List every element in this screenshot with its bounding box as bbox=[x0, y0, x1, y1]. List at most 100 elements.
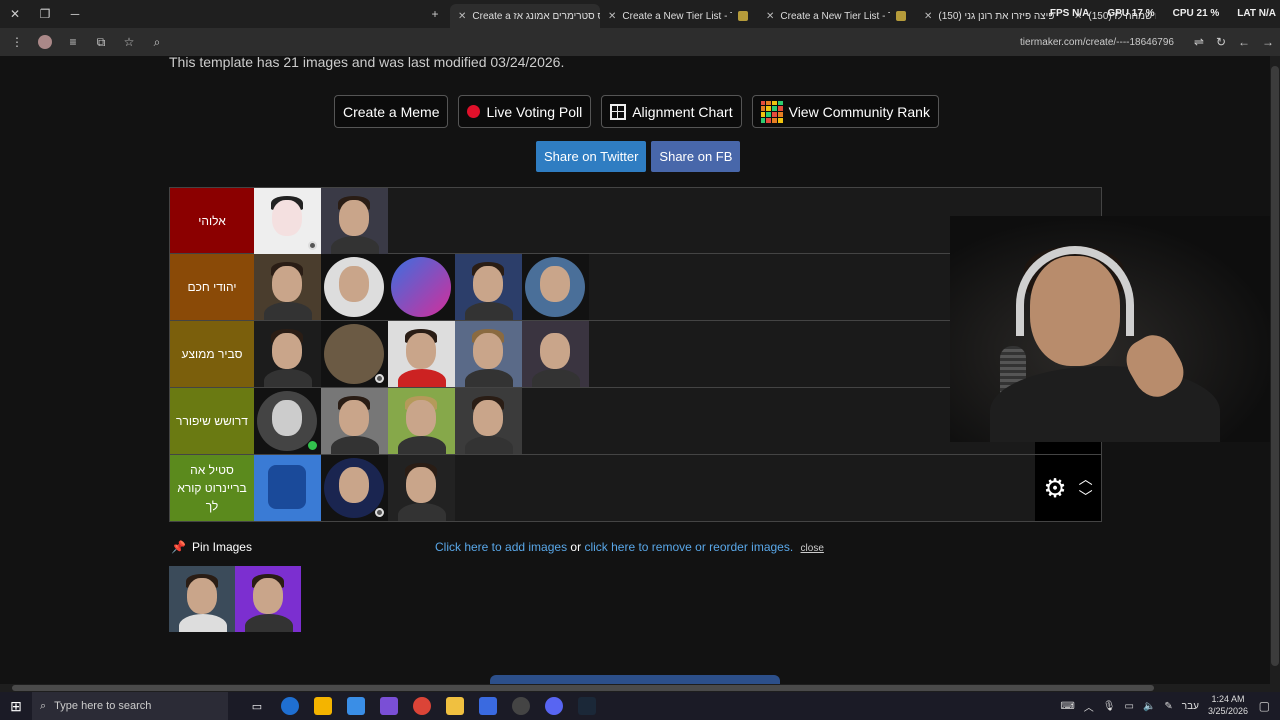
alignment-chart-button[interactable]: Alignment Chart bbox=[601, 95, 742, 128]
notifications-icon[interactable]: ▢ bbox=[1259, 699, 1270, 713]
network-icon[interactable]: ▭ bbox=[1125, 701, 1134, 712]
create-meme-button[interactable]: Create a Meme bbox=[334, 95, 449, 128]
profile-avatar[interactable] bbox=[34, 31, 56, 53]
steam-icon[interactable] bbox=[578, 697, 596, 715]
new-tab-icon[interactable]: + bbox=[420, 0, 450, 28]
tier-image[interactable] bbox=[254, 388, 321, 454]
edge-icon[interactable] bbox=[281, 697, 299, 715]
copilot-icon[interactable] bbox=[347, 697, 365, 715]
browser-tab[interactable]: ✕ Create a New Tier List - TierMaker bbox=[758, 4, 916, 28]
playlist-icon[interactable]: ≡ bbox=[62, 31, 84, 53]
browser-tab-bar: ✕ ❐ ─ + ✕ Create a אס סטרימרים אמונג אז … bbox=[0, 0, 1280, 28]
back-icon[interactable]: → bbox=[1262, 35, 1274, 49]
browser-tab[interactable]: ✕ (150) פיצה פיזרו את רונן גני bbox=[916, 4, 1066, 28]
system-tray: ⌨ ︿ 🎙 ▭ 🔈 ✎ עבר 1:24 AM 3/25/2026 bbox=[1060, 694, 1248, 717]
share-facebook-button[interactable]: Share on FB bbox=[651, 141, 741, 172]
button-label: Live Voting Poll bbox=[486, 103, 583, 120]
windows-start-icon[interactable]: ⊞ bbox=[0, 698, 32, 715]
close-tab-icon[interactable]: ✕ bbox=[608, 11, 616, 22]
minimize-window-icon[interactable]: ─ bbox=[60, 0, 90, 28]
restore-window-icon[interactable]: ❐ bbox=[30, 0, 60, 28]
horizontal-scrollbar[interactable] bbox=[0, 684, 1280, 692]
tier-image[interactable] bbox=[388, 388, 455, 454]
tier-label[interactable]: אלוהי bbox=[170, 188, 254, 253]
tier-image[interactable] bbox=[455, 321, 522, 387]
button-label: Alignment Chart bbox=[632, 103, 733, 120]
pen-icon[interactable]: ✎ bbox=[1164, 701, 1172, 712]
extensions-icon[interactable]: ⧉ bbox=[90, 31, 112, 53]
language-indicator[interactable]: עבר bbox=[1182, 701, 1199, 712]
browser-tab[interactable]: ✕ Create a אס סטרימרים אמונג אז bbox=[450, 4, 600, 28]
site-settings-icon[interactable]: ⇌ bbox=[1194, 35, 1204, 49]
tier-image[interactable] bbox=[455, 254, 522, 320]
tier-image[interactable] bbox=[321, 254, 388, 320]
search-icon: ⌕ bbox=[40, 699, 47, 712]
tier-image[interactable] bbox=[388, 455, 455, 521]
tier-image[interactable] bbox=[522, 254, 589, 320]
menu-icon[interactable]: ⋮ bbox=[6, 31, 28, 53]
status-dot bbox=[375, 374, 384, 383]
tier-label[interactable]: יהודי חכם bbox=[170, 254, 254, 320]
keyboard-icon[interactable]: ⌨ bbox=[1060, 701, 1074, 712]
volume-icon[interactable]: 🔈 bbox=[1143, 701, 1155, 712]
discord-icon[interactable] bbox=[545, 697, 563, 715]
tier-image[interactable] bbox=[321, 188, 388, 254]
windows-taskbar: ⊞ ⌕ Type here to search ▭ ⌨ ︿ 🎙 ▭ 🔈 ✎ עב… bbox=[0, 692, 1280, 720]
task-view-icon[interactable]: ▭ bbox=[248, 697, 266, 715]
tier-row[interactable]: סטיל אה בריינרוט קורא לך ⚙ ︿ ﹀ bbox=[169, 455, 1102, 522]
share-buttons: Share on Twitter Share on FB bbox=[536, 141, 741, 172]
taskbar-clock[interactable]: 1:24 AM 3/25/2026 bbox=[1208, 694, 1248, 717]
online-status-dot bbox=[308, 441, 317, 450]
file-explorer-icon[interactable] bbox=[446, 697, 464, 715]
close-tab-icon[interactable]: ✕ bbox=[924, 11, 932, 22]
tier-image[interactable] bbox=[321, 388, 388, 454]
show-hidden-icons-icon[interactable]: ︿ bbox=[1084, 699, 1094, 714]
tier-image[interactable] bbox=[321, 321, 388, 387]
pinned-image[interactable] bbox=[235, 566, 301, 632]
tier-settings-gear-icon[interactable]: ⚙ bbox=[1043, 473, 1066, 504]
url-field[interactable]: tiermaker.com/create/----18646796 bbox=[1020, 37, 1174, 48]
tab-title: Create a New Tier List - TierMaker bbox=[622, 10, 732, 22]
tier-image[interactable] bbox=[455, 388, 522, 454]
reload-icon[interactable]: ↻ bbox=[1216, 35, 1226, 49]
app-icon[interactable] bbox=[479, 697, 497, 715]
remove-reorder-images-link[interactable]: click here to remove or reorder images. bbox=[584, 540, 793, 554]
tier-label[interactable]: סטיל אה בריינרוט קורא לך bbox=[170, 455, 254, 521]
tier-label-text: סטיל אה בריינרוט קורא לך bbox=[177, 463, 247, 513]
tier-image[interactable] bbox=[254, 254, 321, 320]
tier-image[interactable] bbox=[388, 254, 455, 320]
add-images-link[interactable]: Click here to add images bbox=[435, 540, 567, 554]
move-tier-up-icon[interactable]: ︿ bbox=[1079, 472, 1093, 486]
obs-icon[interactable] bbox=[512, 697, 530, 715]
close-tab-icon[interactable]: ✕ bbox=[458, 11, 466, 22]
zoom-icon[interactable]: ⌕ bbox=[146, 31, 168, 53]
tier-label[interactable]: דרושש שיפורר bbox=[170, 388, 254, 454]
pin-images[interactable]: 📌 Pin Images bbox=[171, 540, 252, 554]
tier-image[interactable] bbox=[321, 455, 388, 521]
vertical-scrollbar[interactable] bbox=[1270, 56, 1280, 684]
chrome-icon[interactable] bbox=[413, 697, 431, 715]
view-community-rank-button[interactable]: View Community Rank bbox=[751, 95, 939, 128]
store-icon[interactable] bbox=[314, 697, 332, 715]
live-voting-poll-button[interactable]: Live Voting Poll bbox=[458, 95, 592, 128]
pinned-image[interactable] bbox=[169, 566, 235, 632]
button-label: Share on FB bbox=[659, 149, 733, 164]
share-twitter-button[interactable]: Share on Twitter bbox=[536, 141, 647, 172]
close-tab-icon[interactable]: ✕ bbox=[766, 11, 774, 22]
close-link[interactable]: close bbox=[801, 543, 824, 554]
tier-image[interactable] bbox=[388, 321, 455, 387]
app-icon[interactable] bbox=[380, 697, 398, 715]
tier-image[interactable] bbox=[254, 188, 321, 254]
move-tier-down-icon[interactable]: ﹀ bbox=[1079, 490, 1093, 504]
close-window-icon[interactable]: ✕ bbox=[0, 0, 30, 28]
bookmark-star-icon[interactable]: ☆ bbox=[118, 31, 140, 53]
performance-overlay: FPS N/A GPU 17 % CPU 21 % LAT N/A bbox=[1050, 8, 1276, 19]
microphone-icon[interactable]: 🎙 bbox=[1103, 701, 1116, 712]
forward-icon[interactable]: ← bbox=[1238, 35, 1250, 49]
tier-image[interactable] bbox=[254, 321, 321, 387]
browser-tab[interactable]: ✕ Create a New Tier List - TierMaker bbox=[600, 4, 758, 28]
taskbar-search[interactable]: ⌕ Type here to search bbox=[32, 692, 228, 720]
tier-image[interactable] bbox=[522, 321, 589, 387]
tier-label[interactable]: סביר ממוצע bbox=[170, 321, 254, 387]
tier-image[interactable] bbox=[254, 455, 321, 521]
